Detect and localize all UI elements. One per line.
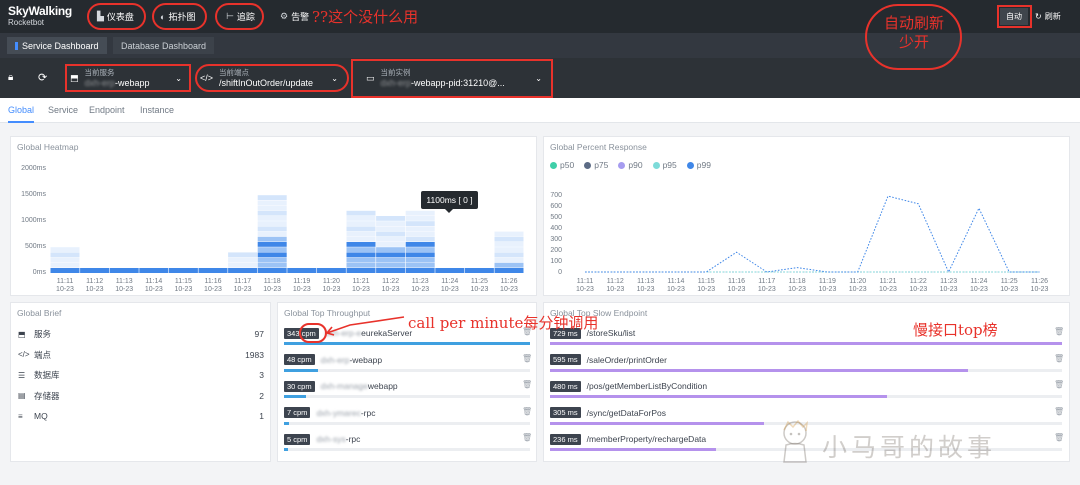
watermark-figure-icon xyxy=(783,419,809,463)
annotation-slow: 慢接口top榜 xyxy=(913,321,998,339)
watermark-text: 小马哥的故事 xyxy=(822,433,997,462)
annotation-arrow xyxy=(325,316,405,336)
annotation-cpm: call per minute每分钟调用 xyxy=(408,314,599,332)
